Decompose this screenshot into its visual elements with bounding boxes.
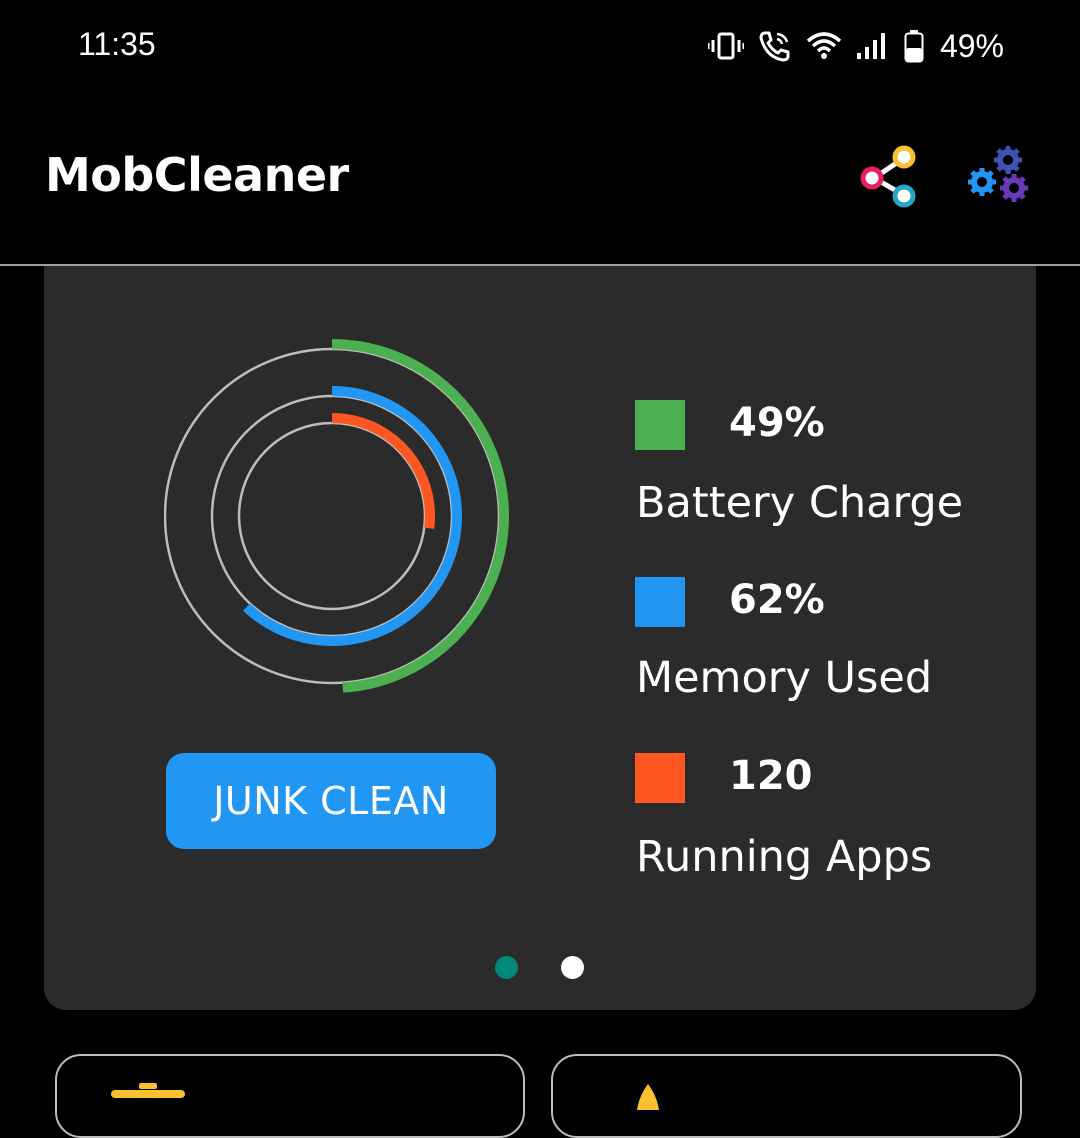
share-button[interactable] (858, 144, 924, 210)
apps-label: Running Apps (636, 832, 933, 882)
battery-percent: 49% (939, 27, 1004, 64)
apps-value: 120 (729, 753, 813, 799)
apps-ring-track (237, 421, 427, 611)
battery-label: Battery Charge (636, 478, 964, 528)
boost-tool-icon (637, 1084, 659, 1110)
status-time: 11:35 (78, 26, 156, 62)
signal-icon (856, 33, 885, 59)
app-title: MobCleaner (45, 148, 349, 202)
wifi-calling-icon (759, 31, 790, 62)
dashboard-card[interactable]: JUNK CLEAN 49% Battery Charge 62% Memory… (44, 266, 1036, 1010)
battery-value: 49% (729, 400, 825, 446)
tool-tile-right[interactable] (551, 1054, 1022, 1138)
memory-value: 62% (729, 577, 825, 623)
memory-label: Memory Used (636, 653, 933, 703)
memory-swatch (635, 577, 685, 627)
memory-ring-track (210, 394, 454, 638)
battery-swatch (635, 400, 685, 450)
pager-dot-active[interactable] (495, 956, 518, 979)
pager-dot-inactive[interactable] (561, 956, 584, 979)
settings-gears-icon (968, 146, 1028, 202)
app-bar: MobCleaner (0, 92, 1080, 266)
clean-tool-icon (111, 1083, 185, 1098)
junk-clean-button[interactable]: JUNK CLEAN (166, 753, 496, 849)
vibrate-icon (707, 32, 744, 60)
status-bar: 11:35 49% (0, 0, 1080, 92)
tool-tile-left[interactable] (55, 1054, 525, 1138)
share-icon (860, 145, 916, 208)
apps-ring-arc (331, 413, 435, 529)
battery-ring-track (164, 347, 501, 685)
wifi-icon (806, 32, 842, 59)
ring-gauge (164, 339, 510, 693)
apps-swatch (635, 753, 685, 803)
settings-button[interactable] (966, 144, 1032, 210)
battery-icon (904, 30, 924, 63)
status-icons: 49% (707, 26, 1004, 66)
